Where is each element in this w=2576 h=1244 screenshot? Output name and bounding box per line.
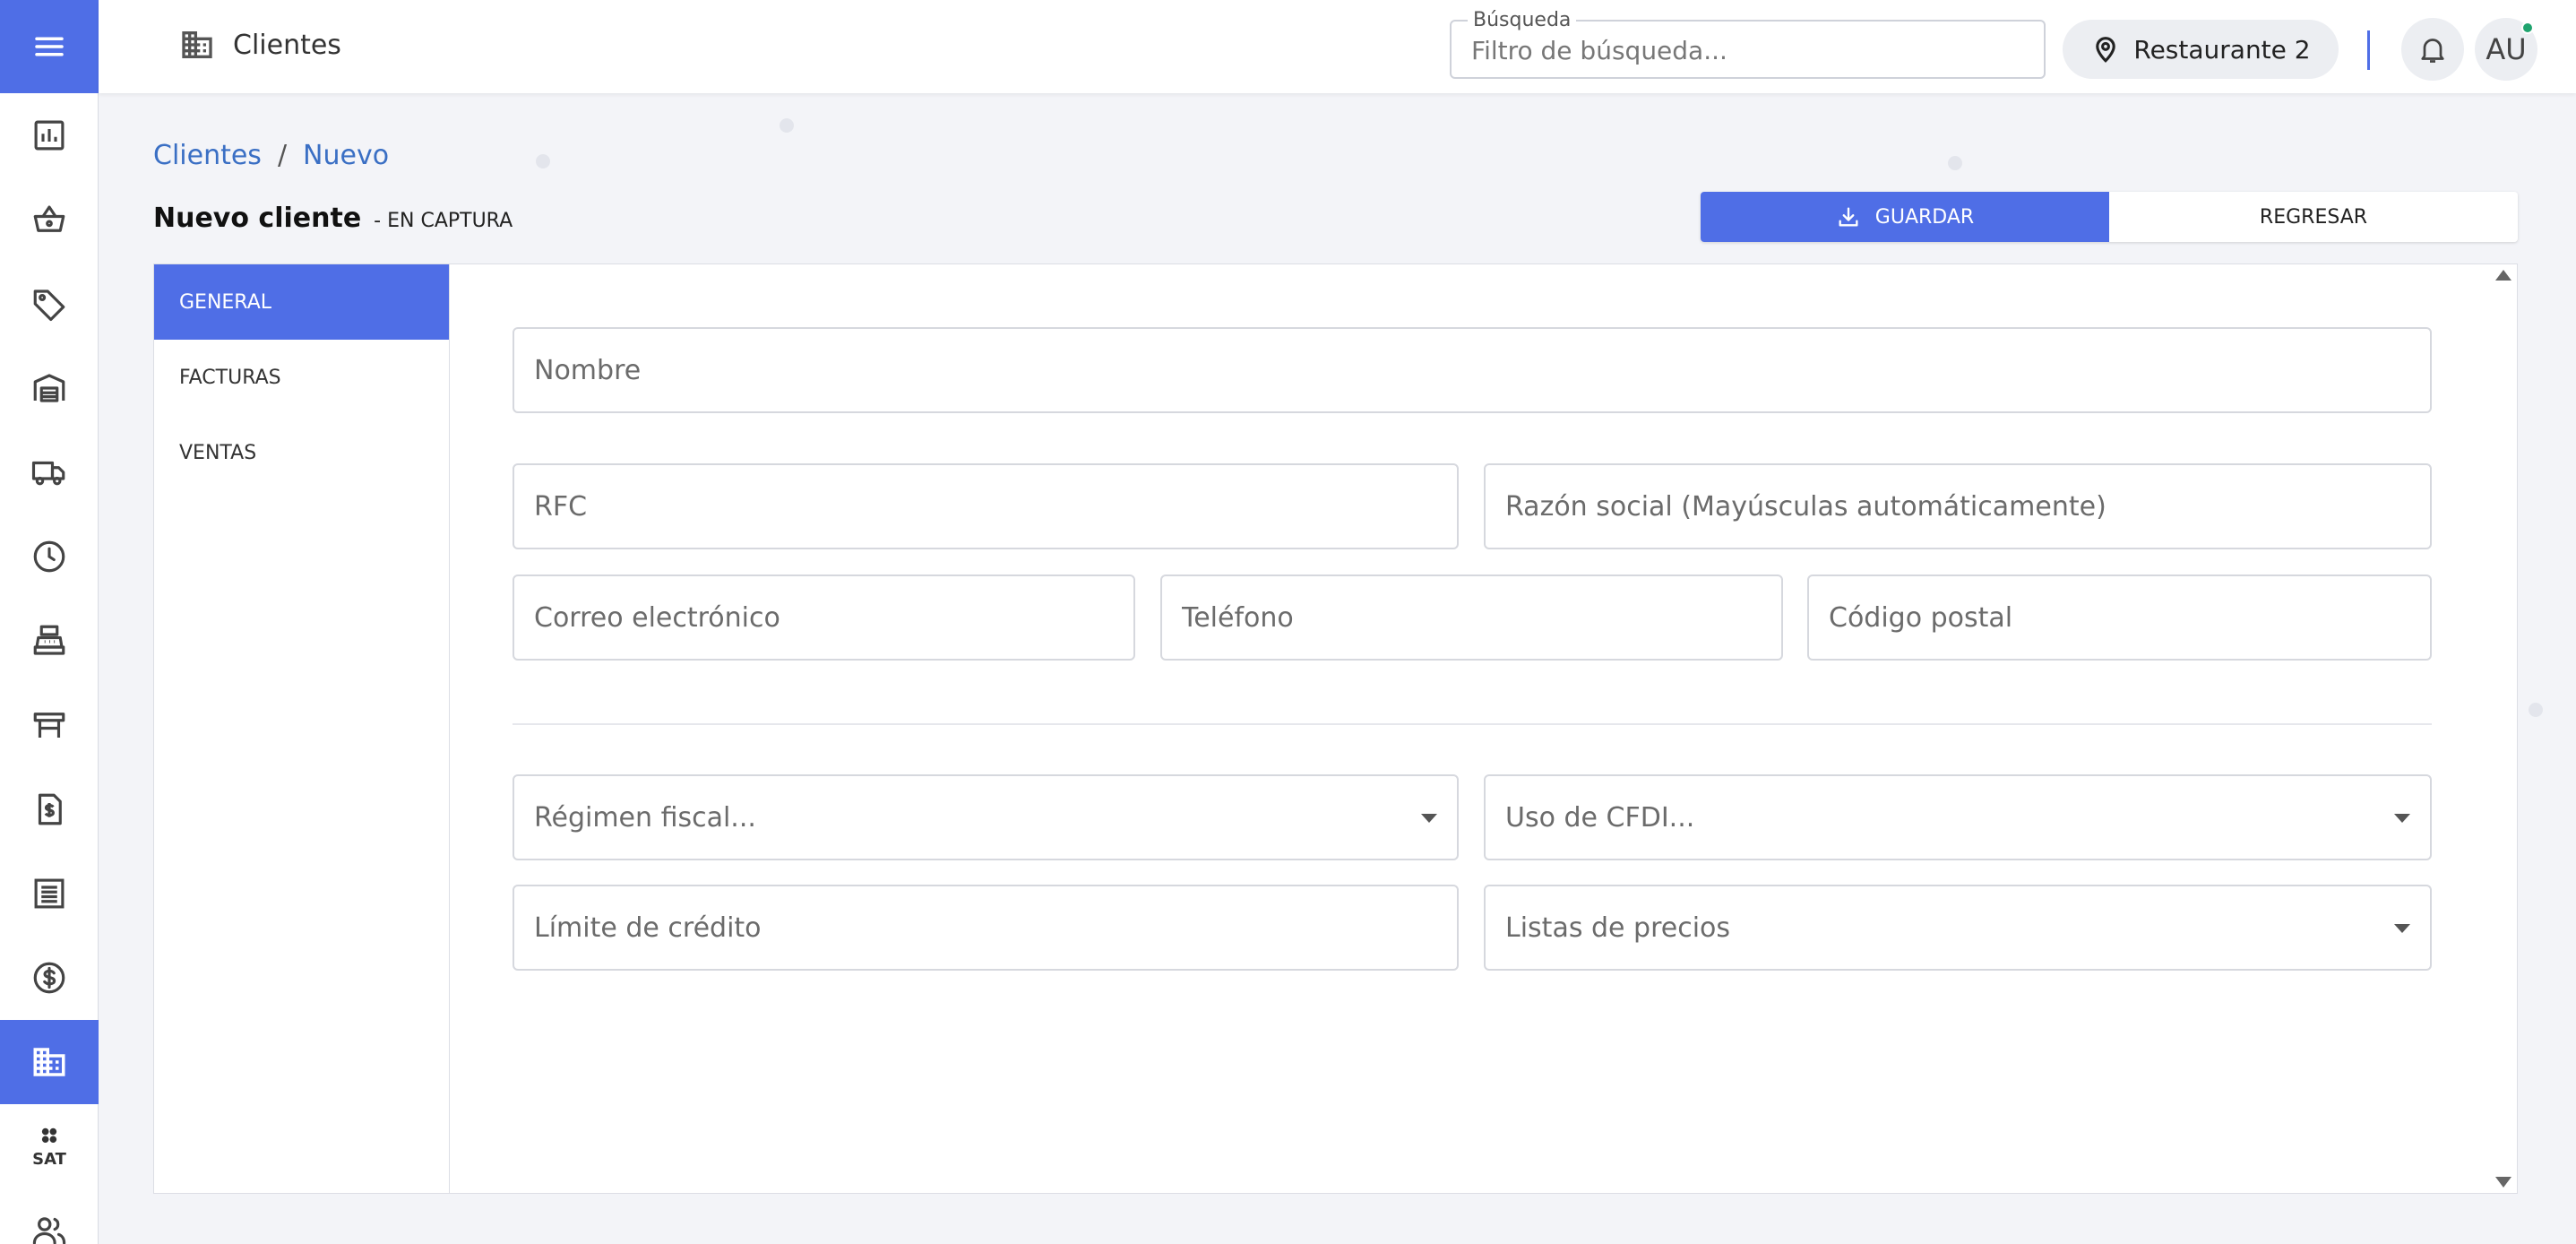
search-box[interactable]: Búsqueda (1450, 9, 2046, 79)
sidebar-item-tables[interactable] (0, 683, 99, 767)
location-selector-button[interactable]: Restaurante 2 (2063, 20, 2339, 79)
price-lists-input[interactable] (1505, 910, 2376, 946)
breadcrumb: Clientes / Nuevo (153, 140, 389, 171)
dollar-icon (33, 962, 65, 994)
scroll-up-icon[interactable] (2495, 270, 2511, 281)
sidebar-item-deliveries[interactable] (0, 430, 99, 514)
sidebar-item-history[interactable] (0, 514, 99, 599)
building-icon (182, 31, 212, 58)
email-field[interactable] (513, 574, 1135, 661)
breadcrumb-separator: / (277, 140, 288, 171)
tab-facturas[interactable]: FACTURAS (154, 340, 449, 415)
sidebar-item-cash-register[interactable] (0, 599, 99, 683)
breadcrumb-nuevo-link[interactable]: Nuevo (303, 140, 389, 171)
menu-toggle-button[interactable] (0, 0, 99, 93)
phone-field[interactable] (1160, 574, 1783, 661)
invoice-icon (38, 793, 62, 825)
form-tabs: GENERAL FACTURAS VENTAS (154, 264, 450, 1193)
save-button-label: GUARDAR (1874, 205, 1975, 229)
sidebar-items: SAT (0, 93, 99, 1244)
back-button[interactable]: REGRESAR (2109, 192, 2518, 242)
map-pin-icon (2096, 37, 2116, 63)
list-icon (34, 878, 65, 909)
bell-icon (2421, 39, 2444, 63)
sidebar-item-lists[interactable] (0, 851, 99, 936)
sat-icon (41, 1127, 57, 1143)
background-dot (2529, 703, 2543, 717)
warehouse-icon (33, 374, 65, 402)
avatar-initials: AU (2486, 32, 2527, 66)
users-icon (32, 1217, 66, 1244)
breadcrumb-clientes-link[interactable]: Clientes (153, 140, 262, 171)
scrollbar[interactable] (2495, 270, 2513, 1188)
chevron-down-icon (2394, 924, 2410, 933)
sidebar-item-products[interactable] (0, 262, 99, 346)
sidebar-item-sat[interactable]: SAT (0, 1104, 99, 1188)
online-status-dot (2521, 22, 2534, 34)
nombre-input[interactable] (534, 352, 2376, 388)
sidebar-item-warehouse[interactable] (0, 346, 99, 430)
sidebar-item-sales[interactable] (0, 177, 99, 262)
tag-icon (33, 289, 65, 322)
credit-limit-field[interactable] (513, 885, 1459, 971)
status-badge: - EN CAPTURA (374, 210, 513, 232)
hamburger-menu-icon (35, 37, 64, 56)
rfc-input[interactable] (534, 488, 1403, 524)
module-header: Clientes (179, 27, 341, 63)
clock-icon (33, 540, 65, 573)
page-title-text: Nuevo cliente (153, 203, 362, 234)
tab-ventas[interactable]: VENTAS (154, 415, 449, 490)
postal-code-field[interactable] (1807, 574, 2432, 661)
credit-limit-input[interactable] (534, 910, 1403, 946)
uso-cfdi-select[interactable] (1484, 774, 2432, 860)
tab-general[interactable]: GENERAL (154, 264, 449, 340)
rfc-field[interactable] (513, 463, 1459, 549)
notifications-button[interactable] (2401, 18, 2464, 81)
location-name: Restaurante 2 (2133, 34, 2311, 65)
search-legend: Búsqueda (1468, 9, 1577, 31)
bar-chart-icon (34, 120, 65, 151)
nombre-field[interactable] (513, 327, 2432, 413)
user-avatar[interactable]: AU (2475, 18, 2537, 81)
topbar-divider (2367, 30, 2370, 70)
save-button[interactable]: GUARDAR (1701, 192, 2109, 242)
top-bar: Clientes Búsqueda Restaurante 2 AU (99, 0, 2576, 93)
sidebar-item-finance[interactable] (0, 936, 99, 1020)
sidebar-item-clients[interactable] (0, 1020, 99, 1104)
regimen-fiscal-input[interactable] (534, 799, 1403, 835)
action-buttons: GUARDAR REGRESAR (1701, 192, 2518, 242)
chevron-down-icon (1421, 814, 1437, 823)
sat-label: SAT (32, 1149, 66, 1169)
razon-social-field[interactable] (1484, 463, 2432, 549)
sidebar-item-billing[interactable] (0, 767, 99, 851)
price-lists-select[interactable] (1484, 885, 2432, 971)
search-input[interactable] (1471, 34, 2009, 66)
building-icon (33, 1048, 65, 1076)
module-title: Clientes (233, 29, 341, 61)
phone-input[interactable] (1182, 600, 1727, 635)
uso-cfdi-input[interactable] (1505, 799, 2376, 835)
sidebar: SAT (0, 0, 99, 1244)
table-icon (33, 713, 65, 738)
email-input[interactable] (534, 600, 1080, 635)
form-divider (513, 723, 2432, 725)
razon-social-input[interactable] (1505, 488, 2376, 524)
chevron-down-icon (2394, 814, 2410, 823)
regimen-fiscal-select[interactable] (513, 774, 1459, 860)
basket-icon (33, 205, 65, 232)
background-dot (780, 118, 794, 133)
cash-register-icon (33, 625, 65, 655)
page-title: Nuevo cliente - EN CAPTURA (153, 203, 513, 234)
background-dot (1948, 156, 1962, 170)
background-dot (536, 154, 550, 168)
download-icon (1839, 207, 1858, 227)
truck-icon (31, 461, 65, 486)
back-button-label: REGRESAR (2259, 205, 2368, 229)
scroll-down-icon[interactable] (2495, 1177, 2511, 1188)
sidebar-item-users[interactable] (0, 1188, 99, 1244)
postal-code-input[interactable] (1829, 600, 2376, 635)
sidebar-item-reports[interactable] (0, 93, 99, 177)
